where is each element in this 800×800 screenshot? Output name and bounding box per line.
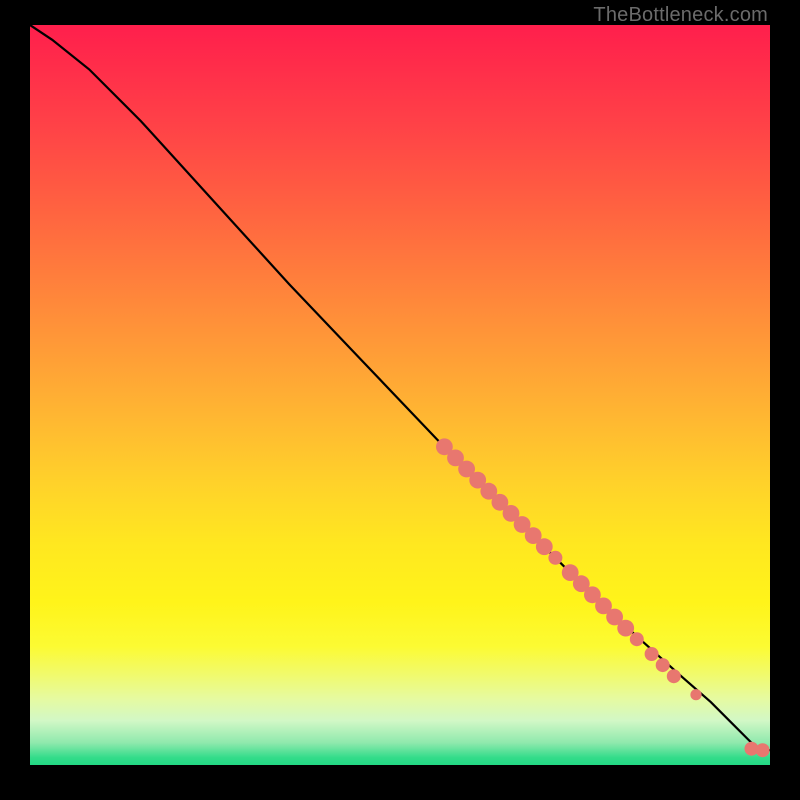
data-marker (536, 538, 553, 555)
data-marker (756, 743, 770, 757)
bottleneck-curve-line (30, 25, 770, 750)
data-marker (656, 658, 670, 672)
data-marker (690, 689, 701, 700)
chart-svg (30, 25, 770, 765)
data-marker (667, 669, 681, 683)
data-marker (548, 551, 562, 565)
plot-area (30, 25, 770, 765)
data-marker (645, 647, 659, 661)
chart-stage: TheBottleneck.com (0, 0, 800, 800)
data-marker (630, 632, 644, 646)
watermark-text: TheBottleneck.com (593, 4, 768, 27)
data-marker (617, 620, 634, 637)
